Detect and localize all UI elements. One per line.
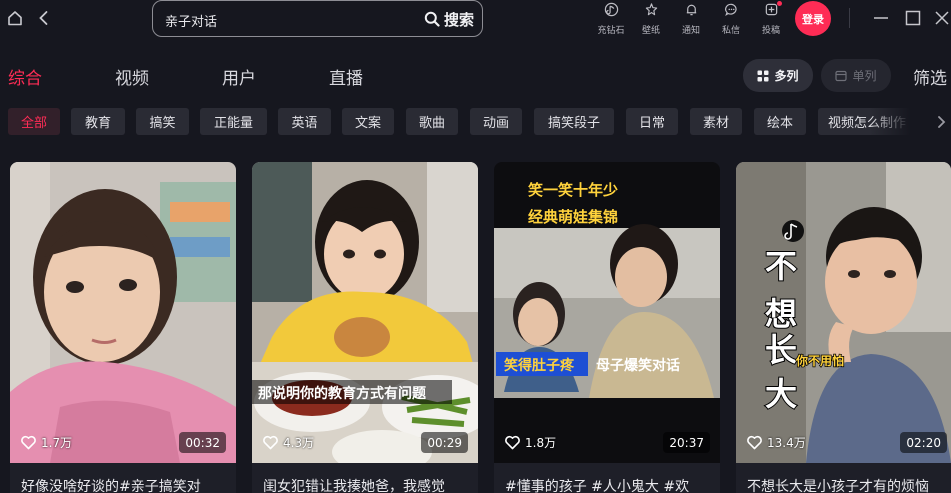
- video-duration: 00:29: [421, 432, 468, 453]
- notification-label: 通知: [681, 26, 700, 36]
- chip[interactable]: 搞笑: [136, 108, 189, 135]
- top-bar: 亲子对话 搜索 充钻石 壁纸 通知 私信 投稿 登录: [0, 0, 951, 42]
- search-button-label: 搜索: [443, 10, 474, 29]
- filter-button[interactable]: 筛选: [913, 64, 947, 89]
- login-button[interactable]: 登录: [795, 1, 831, 36]
- back-icon[interactable]: [34, 7, 54, 29]
- chip[interactable]: 歌曲: [406, 108, 458, 135]
- upload-label: 投稿: [761, 26, 780, 36]
- chip[interactable]: 日常: [626, 108, 678, 135]
- video-overlay-caption: 大: [765, 375, 797, 413]
- chip[interactable]: 动画: [470, 108, 522, 135]
- wallpaper-icon: [645, 3, 657, 16]
- video-title[interactable]: #懂事的孩子 #人小鬼大 #欢: [505, 476, 720, 493]
- toolbar-divider: [849, 8, 850, 28]
- private-message-label: 私信: [721, 26, 740, 36]
- video-overlay-caption: 笑一笑十年少: [528, 181, 618, 199]
- heart-icon: [263, 435, 278, 450]
- video-overlay-caption: 笑得肚子疼: [504, 357, 575, 374]
- private-message-button[interactable]: 私信: [713, 1, 749, 36]
- chips-fade: [870, 108, 918, 135]
- wallpaper-button[interactable]: 壁纸: [633, 1, 669, 36]
- chip-all[interactable]: 全部: [8, 108, 60, 135]
- maximize-icon[interactable]: [904, 9, 922, 27]
- chevron-right-icon[interactable]: [931, 112, 951, 132]
- close-icon[interactable]: [933, 9, 951, 27]
- video-duration: 02:20: [900, 432, 947, 453]
- heart-icon: [505, 435, 520, 450]
- chip[interactable]: 搞笑段子: [534, 108, 614, 135]
- video-title[interactable]: 不想长大是小孩子才有的烦恼: [747, 476, 951, 493]
- tab-user[interactable]: 用户: [222, 64, 256, 89]
- search-box[interactable]: 亲子对话 搜索: [152, 0, 483, 37]
- chip[interactable]: 英语: [278, 108, 331, 135]
- video-title[interactable]: 好像没啥好谈的#亲子搞笑对: [21, 476, 236, 493]
- diamond-icon: [604, 2, 618, 17]
- like-count: 1.8万: [504, 434, 556, 451]
- tab-live[interactable]: 直播: [329, 64, 363, 89]
- video-card[interactable]: 1.7万 00:32 好像没啥好谈的#亲子搞笑对: [10, 162, 236, 493]
- chip[interactable]: 文案: [342, 108, 394, 135]
- tab-all[interactable]: 综合: [8, 64, 42, 89]
- video-overlay-caption: 想: [765, 295, 797, 333]
- like-count: 1.7万: [20, 434, 72, 451]
- category-chips: 全部 教育 搞笑 正能量 英语 文案 歌曲 动画 搞笑段子 日常 素材 绘本 视…: [0, 108, 951, 136]
- single-column-label: 单列: [852, 69, 877, 83]
- message-icon: [724, 3, 737, 17]
- upload-button[interactable]: 投稿: [753, 1, 789, 36]
- chip[interactable]: 正能量: [200, 108, 267, 135]
- video-thumbnail[interactable]: 那说明你的教育方式有问题: [252, 162, 478, 463]
- video-duration: 20:37: [663, 432, 710, 453]
- like-count-value: 4.3万: [283, 436, 315, 450]
- heart-icon: [747, 435, 762, 450]
- bell-icon: [686, 4, 696, 16]
- chip[interactable]: 绘本: [754, 108, 806, 135]
- like-count-value: 13.4万: [767, 436, 806, 450]
- video-card[interactable]: 那说明你的教育方式有问题 4.3万 00:29 闺女犯错让我揍她爸，我感觉: [252, 162, 478, 493]
- video-card[interactable]: 不 想 长 大 你不用怕 13.4万 02:20 不想长大是小孩子才有的烦恼: [736, 162, 951, 493]
- wallpaper-label: 壁纸: [641, 26, 660, 36]
- upload-notification-dot: [777, 1, 782, 6]
- recharge-label: 充钻石: [597, 26, 625, 36]
- search-button[interactable]: 搜索: [424, 8, 474, 30]
- like-count: 13.4万: [746, 434, 806, 451]
- like-count-value: 1.7万: [41, 436, 73, 450]
- video-thumbnail[interactable]: 不 想 长 大 你不用怕: [736, 162, 951, 463]
- search-icon: [424, 11, 440, 27]
- notification-button[interactable]: 通知: [673, 1, 709, 36]
- tab-video[interactable]: 视频: [115, 64, 149, 89]
- multi-column-label: 多列: [774, 69, 799, 83]
- recharge-diamond-button[interactable]: 充钻石: [593, 1, 629, 36]
- video-overlay-caption: 母子爆笑对话: [596, 357, 680, 374]
- video-card[interactable]: 笑一笑十年少 经典萌娃集锦 笑得肚子疼 母子爆笑对话 1.8万 20:37 #懂…: [494, 162, 720, 493]
- video-duration: 00:32: [179, 432, 226, 453]
- home-icon[interactable]: [5, 7, 25, 29]
- grid-icon: [757, 70, 769, 81]
- chip[interactable]: 素材: [690, 108, 742, 135]
- video-title[interactable]: 闺女犯错让我揍她爸，我感觉: [263, 476, 478, 493]
- heart-icon: [21, 435, 36, 450]
- like-count: 4.3万: [262, 434, 314, 451]
- video-thumbnail[interactable]: [10, 162, 236, 463]
- like-count-value: 1.8万: [525, 436, 557, 450]
- multi-column-view-button[interactable]: 多列: [743, 59, 813, 92]
- single-column-icon: [835, 70, 848, 81]
- search-input[interactable]: 亲子对话: [165, 11, 217, 30]
- video-thumbnail[interactable]: 笑一笑十年少 经典萌娃集锦 笑得肚子疼 母子爆笑对话: [494, 162, 720, 463]
- video-overlay-caption: 那说明你的教育方式有问题: [258, 385, 427, 402]
- video-overlay-caption: 不: [765, 247, 797, 285]
- minimize-icon[interactable]: [872, 9, 890, 27]
- chip[interactable]: 教育: [71, 108, 125, 135]
- single-column-view-button[interactable]: 单列: [821, 59, 891, 92]
- video-overlay-caption: 长: [765, 331, 797, 369]
- video-overlay-caption: 经典萌娃集锦: [528, 208, 618, 226]
- video-overlay-caption: 你不用怕: [795, 353, 844, 368]
